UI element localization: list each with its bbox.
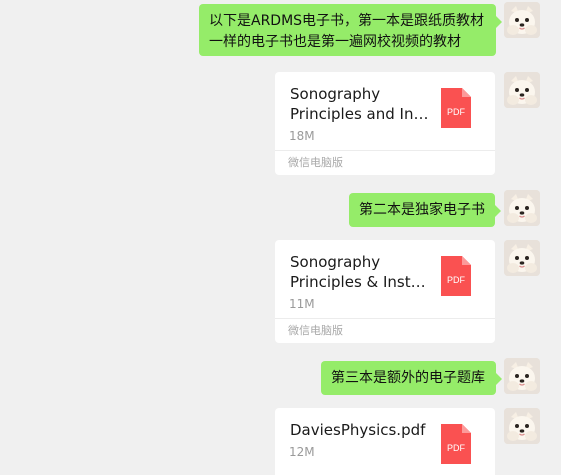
message-text-line: 一样的电子书也是第一遍网校视频的教材	[209, 34, 461, 50]
file-message-card[interactable]: Sonography Principles and Inst... 18M PD…	[275, 72, 495, 175]
file-name-line: Sonography	[290, 253, 381, 271]
file-name-line: Principles and Inst...	[290, 105, 430, 123]
pdf-icon-label: PDF	[447, 443, 466, 453]
text-message-bubble[interactable]: 第二本是独家电子书	[349, 193, 501, 227]
file-name: Sonography Principles and Inst...	[290, 84, 430, 124]
file-name: DaviesPhysics.pdf	[290, 420, 430, 440]
user-avatar[interactable]	[504, 190, 540, 226]
file-source-label: 微信电脑版	[275, 150, 495, 175]
text-message-bubble[interactable]: 以下是ARDMS电子书，第一本是跟纸质教材 一样的电子书也是第一遍网校视频的教材	[199, 4, 502, 56]
file-name-line: DaviesPhysics.pdf	[290, 421, 426, 439]
pdf-file-icon: PDF	[441, 88, 471, 128]
file-name: Sonography Principles & Instru...	[290, 252, 430, 292]
dog-avatar-icon	[504, 72, 540, 108]
file-message-card[interactable]: DaviesPhysics.pdf 12M PDF	[275, 408, 495, 475]
file-name-line: Sonography	[290, 85, 381, 103]
dog-avatar-icon	[504, 358, 540, 394]
user-avatar[interactable]	[504, 358, 540, 394]
file-name-line: Principles & Instru...	[290, 273, 430, 291]
dog-avatar-icon	[504, 408, 540, 444]
file-source-label: 微信电脑版	[275, 318, 495, 343]
text-message-bubble[interactable]: 第三本是额外的电子题库	[321, 361, 502, 395]
message-text-line: 第二本是独家电子书	[359, 202, 485, 218]
pdf-file-icon: PDF	[441, 424, 471, 464]
dog-avatar-icon	[504, 190, 540, 226]
user-avatar[interactable]	[504, 408, 540, 444]
dog-avatar-icon	[504, 2, 540, 38]
message-text-line: 第三本是额外的电子题库	[331, 370, 485, 386]
message-text-line: 以下是ARDMS电子书，第一本是跟纸质教材	[209, 13, 485, 29]
pdf-icon-label: PDF	[447, 275, 466, 285]
user-avatar[interactable]	[504, 2, 540, 38]
user-avatar[interactable]	[504, 240, 540, 276]
file-size: 18M	[289, 129, 315, 143]
user-avatar[interactable]	[504, 72, 540, 108]
file-size: 11M	[289, 297, 315, 311]
file-message-card[interactable]: Sonography Principles & Instru... 11M PD…	[275, 240, 495, 343]
dog-avatar-icon	[504, 240, 540, 276]
pdf-file-icon: PDF	[441, 256, 471, 296]
chat-scrollbar[interactable]	[555, 0, 561, 475]
pdf-icon-label: PDF	[447, 107, 466, 117]
file-size: 12M	[289, 445, 315, 459]
